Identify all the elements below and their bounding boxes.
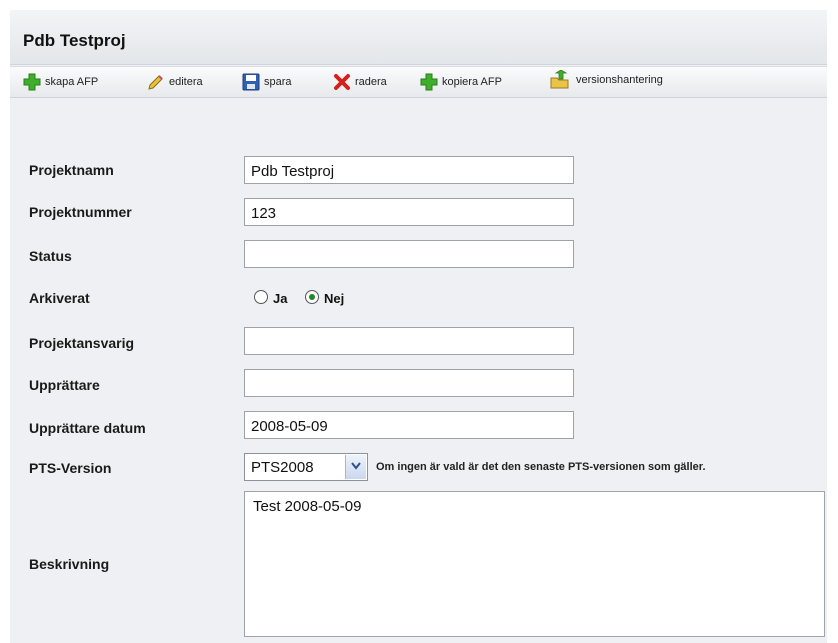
title-bar: Pdb Testproj bbox=[10, 10, 827, 65]
create-afp-label: skapa AFP bbox=[45, 76, 99, 88]
arkiverat-label: Arkiverat bbox=[29, 290, 90, 306]
upprattare-datum-input[interactable] bbox=[244, 411, 574, 439]
pts-version-select[interactable]: PTS2008 bbox=[244, 453, 368, 481]
plus-icon bbox=[23, 73, 41, 91]
copy-afp-label: kopiera AFP bbox=[442, 76, 502, 88]
projektnamn-label: Projektnamn bbox=[29, 162, 114, 178]
arkiverat-nej-radio[interactable] bbox=[305, 290, 319, 304]
edit-label: editera bbox=[169, 76, 203, 88]
upprattare-input[interactable] bbox=[244, 369, 574, 397]
arkiverat-nej-label: Nej bbox=[324, 291, 345, 306]
projektnamn-input[interactable] bbox=[244, 156, 574, 184]
pencil-icon bbox=[148, 75, 163, 90]
page-title: Pdb Testproj bbox=[23, 31, 126, 50]
pts-version-value: PTS2008 bbox=[251, 459, 314, 476]
status-label: Status bbox=[29, 248, 72, 264]
delete-x-icon bbox=[334, 74, 350, 90]
chevron-down-icon bbox=[351, 462, 361, 470]
copy-afp-button[interactable]: kopiera AFP bbox=[420, 73, 516, 93]
folder-arrow-icon bbox=[550, 70, 569, 89]
upprattare-datum-label: Upprättare datum bbox=[29, 420, 146, 436]
pts-version-hint: Om ingen är vald är det den senaste PTS-… bbox=[376, 461, 706, 473]
projektansvarig-input[interactable] bbox=[244, 327, 574, 355]
create-afp-button[interactable]: skapa AFP bbox=[23, 73, 111, 93]
plus-icon bbox=[420, 73, 438, 91]
edit-button[interactable]: editera bbox=[147, 73, 219, 93]
save-button[interactable]: spara bbox=[242, 73, 302, 93]
pts-version-dropdown-button[interactable] bbox=[345, 455, 366, 479]
beskrivning-label: Beskrivning bbox=[29, 556, 110, 572]
delete-label: radera bbox=[355, 76, 387, 88]
project-panel: Pdb Testproj skapa AFP editera spara rad… bbox=[10, 10, 827, 643]
upprattare-label: Upprättare bbox=[29, 377, 100, 393]
projektnummer-input[interactable] bbox=[244, 198, 574, 226]
beskrivning-textarea[interactable]: Test 2008-05-09 bbox=[244, 491, 825, 637]
toolbar: skapa AFP editera spara radera kopiera A… bbox=[10, 66, 827, 98]
save-label: spara bbox=[264, 76, 292, 88]
delete-button[interactable]: radera bbox=[333, 73, 401, 93]
arkiverat-ja-radio[interactable] bbox=[254, 290, 268, 304]
projektansvarig-label: Projektansvarig bbox=[29, 335, 135, 351]
status-input[interactable] bbox=[244, 240, 574, 268]
version-management-label: versionshantering bbox=[576, 74, 663, 86]
pts-version-label: PTS-Version bbox=[29, 460, 112, 476]
floppy-disk-icon bbox=[242, 73, 260, 91]
version-management-button[interactable]: versionshantering bbox=[550, 70, 690, 90]
projektnummer-label: Projektnummer bbox=[29, 204, 132, 220]
arkiverat-ja-label: Ja bbox=[273, 291, 288, 306]
